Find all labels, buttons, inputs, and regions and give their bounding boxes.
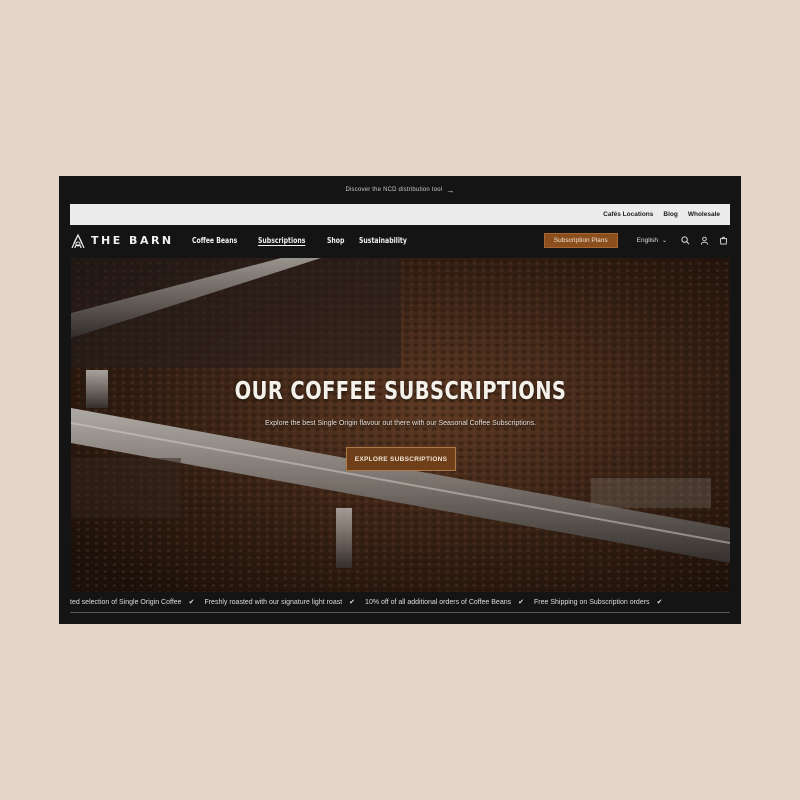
wholesale-link[interactable]: Wholesale: [688, 211, 720, 218]
language-selector[interactable]: English ⌄: [637, 237, 667, 244]
announcement-text: Discover the NCD distribution tool: [345, 187, 443, 193]
nav-sustainability[interactable]: Sustainability: [359, 236, 407, 245]
chevron-down-icon: ⌄: [661, 238, 667, 244]
nav-shop[interactable]: Shop: [327, 236, 344, 245]
marquee-item: Freshly roasted with our signature light…: [204, 598, 343, 606]
language-label: English: [636, 237, 658, 244]
hero-subtitle: Explore the best Single Origin flavour o…: [264, 420, 537, 427]
marquee-item: 10% off of all additional orders of Coff…: [365, 598, 512, 606]
check-icon: ✔: [518, 599, 524, 606]
main-header: THE BARN Coffee Beans Subscriptions Shop…: [70, 225, 730, 256]
utility-bar: Cafés Locations Blog Wholesale: [70, 204, 730, 225]
browser-frame: Discover the NCD distribution tool → Caf…: [59, 176, 741, 624]
benefits-marquee: ted selection of Single Origin Coffee ✔ …: [70, 592, 730, 613]
marquee-item: ted selection of Single Origin Coffee: [70, 598, 182, 606]
explore-subscriptions-button[interactable]: EXPLORE SUBSCRIPTIONS: [346, 447, 456, 471]
search-icon[interactable]: [678, 234, 692, 248]
announcement-bar[interactable]: Discover the NCD distribution tool →: [59, 176, 741, 204]
hero-banner: OUR COFFEE SUBSCRIPTIONS Explore the bes…: [71, 258, 730, 592]
nav-coffee-beans[interactable]: Coffee Beans: [192, 236, 237, 245]
subscription-plans-button[interactable]: Subscription Plans: [543, 233, 618, 248]
blog-link[interactable]: Blog: [663, 211, 677, 218]
check-icon: ✔: [188, 599, 195, 606]
account-icon[interactable]: [697, 234, 711, 248]
check-icon: ✔: [656, 599, 663, 606]
barn-logo-icon: [71, 233, 85, 248]
main-nav: Coffee Beans Subscriptions Shop Sustaina…: [192, 236, 429, 245]
logo-text: THE BARN: [91, 234, 174, 247]
check-icon: ✔: [349, 599, 356, 606]
header-actions: Subscription Plans English ⌄: [543, 233, 730, 248]
cart-icon[interactable]: [716, 234, 730, 248]
arrow-right-icon: →: [446, 185, 455, 195]
marquee-item: Free Shipping on Subscription orders: [533, 598, 650, 606]
logo[interactable]: THE BARN: [70, 233, 174, 249]
hero-title: OUR COFFEE SUBSCRIPTIONS: [234, 376, 567, 405]
nav-subscriptions[interactable]: Subscriptions: [258, 236, 305, 245]
cafes-locations-link[interactable]: Cafés Locations: [603, 211, 653, 218]
